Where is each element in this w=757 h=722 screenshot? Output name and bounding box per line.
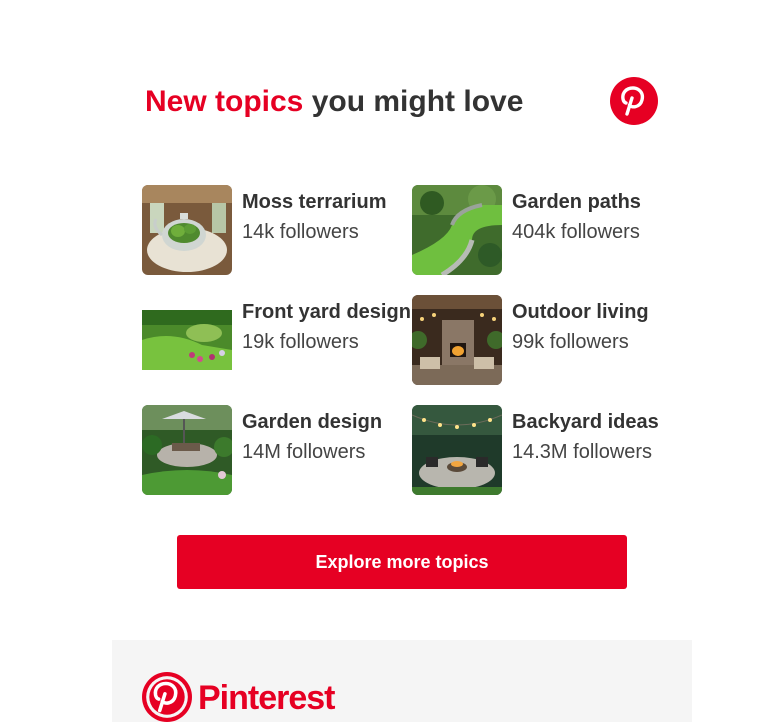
topic-followers: 404k followers: [512, 221, 640, 243]
pinterest-wordmark[interactable]: Pinterest: [198, 678, 335, 718]
topic-item-moss-terrarium[interactable]: Moss terrarium 14k followers: [142, 185, 432, 275]
explore-more-topics-button[interactable]: Explore more topics: [177, 535, 627, 589]
topic-thumbnail[interactable]: [142, 185, 232, 275]
footer: Pinterest: [112, 640, 692, 722]
topic-name[interactable]: Outdoor living: [512, 300, 649, 324]
topic-name[interactable]: Garden paths: [512, 190, 641, 214]
topic-item-garden-paths[interactable]: Garden paths 404k followers: [412, 185, 702, 275]
topic-item-outdoor-living[interactable]: Outdoor living 99k followers: [412, 295, 702, 385]
pinterest-logo-icon[interactable]: [142, 672, 192, 722]
topic-followers: 14.3M followers: [512, 441, 653, 463]
page-title-accent: New topics: [145, 85, 304, 118]
topic-thumbnail[interactable]: [412, 295, 502, 385]
page-title: New topics you might love: [145, 84, 523, 120]
pinterest-logo-icon[interactable]: [610, 77, 658, 125]
topic-followers: 14k followers: [242, 221, 359, 243]
topic-thumbnail[interactable]: [412, 405, 502, 495]
topic-followers: 14M followers: [242, 441, 366, 463]
topic-name[interactable]: Backyard ideas: [512, 410, 659, 434]
topic-name[interactable]: Moss terrarium: [242, 190, 387, 214]
topic-name[interactable]: Front yard design: [242, 300, 411, 324]
topic-thumbnail[interactable]: [412, 185, 502, 275]
topic-thumbnail[interactable]: [142, 295, 232, 385]
topic-item-garden-design[interactable]: Garden design 14M followers: [142, 405, 432, 495]
topic-name[interactable]: Garden design: [242, 410, 382, 434]
topic-item-front-yard-design[interactable]: Front yard design 19k followers: [142, 295, 432, 385]
topic-followers: 99k followers: [512, 331, 629, 353]
topic-item-backyard-ideas[interactable]: Backyard ideas 14.3M followers: [412, 405, 702, 495]
topic-followers: 19k followers: [242, 331, 359, 353]
topic-thumbnail[interactable]: [142, 405, 232, 495]
page-title-rest: you might love: [303, 85, 524, 118]
